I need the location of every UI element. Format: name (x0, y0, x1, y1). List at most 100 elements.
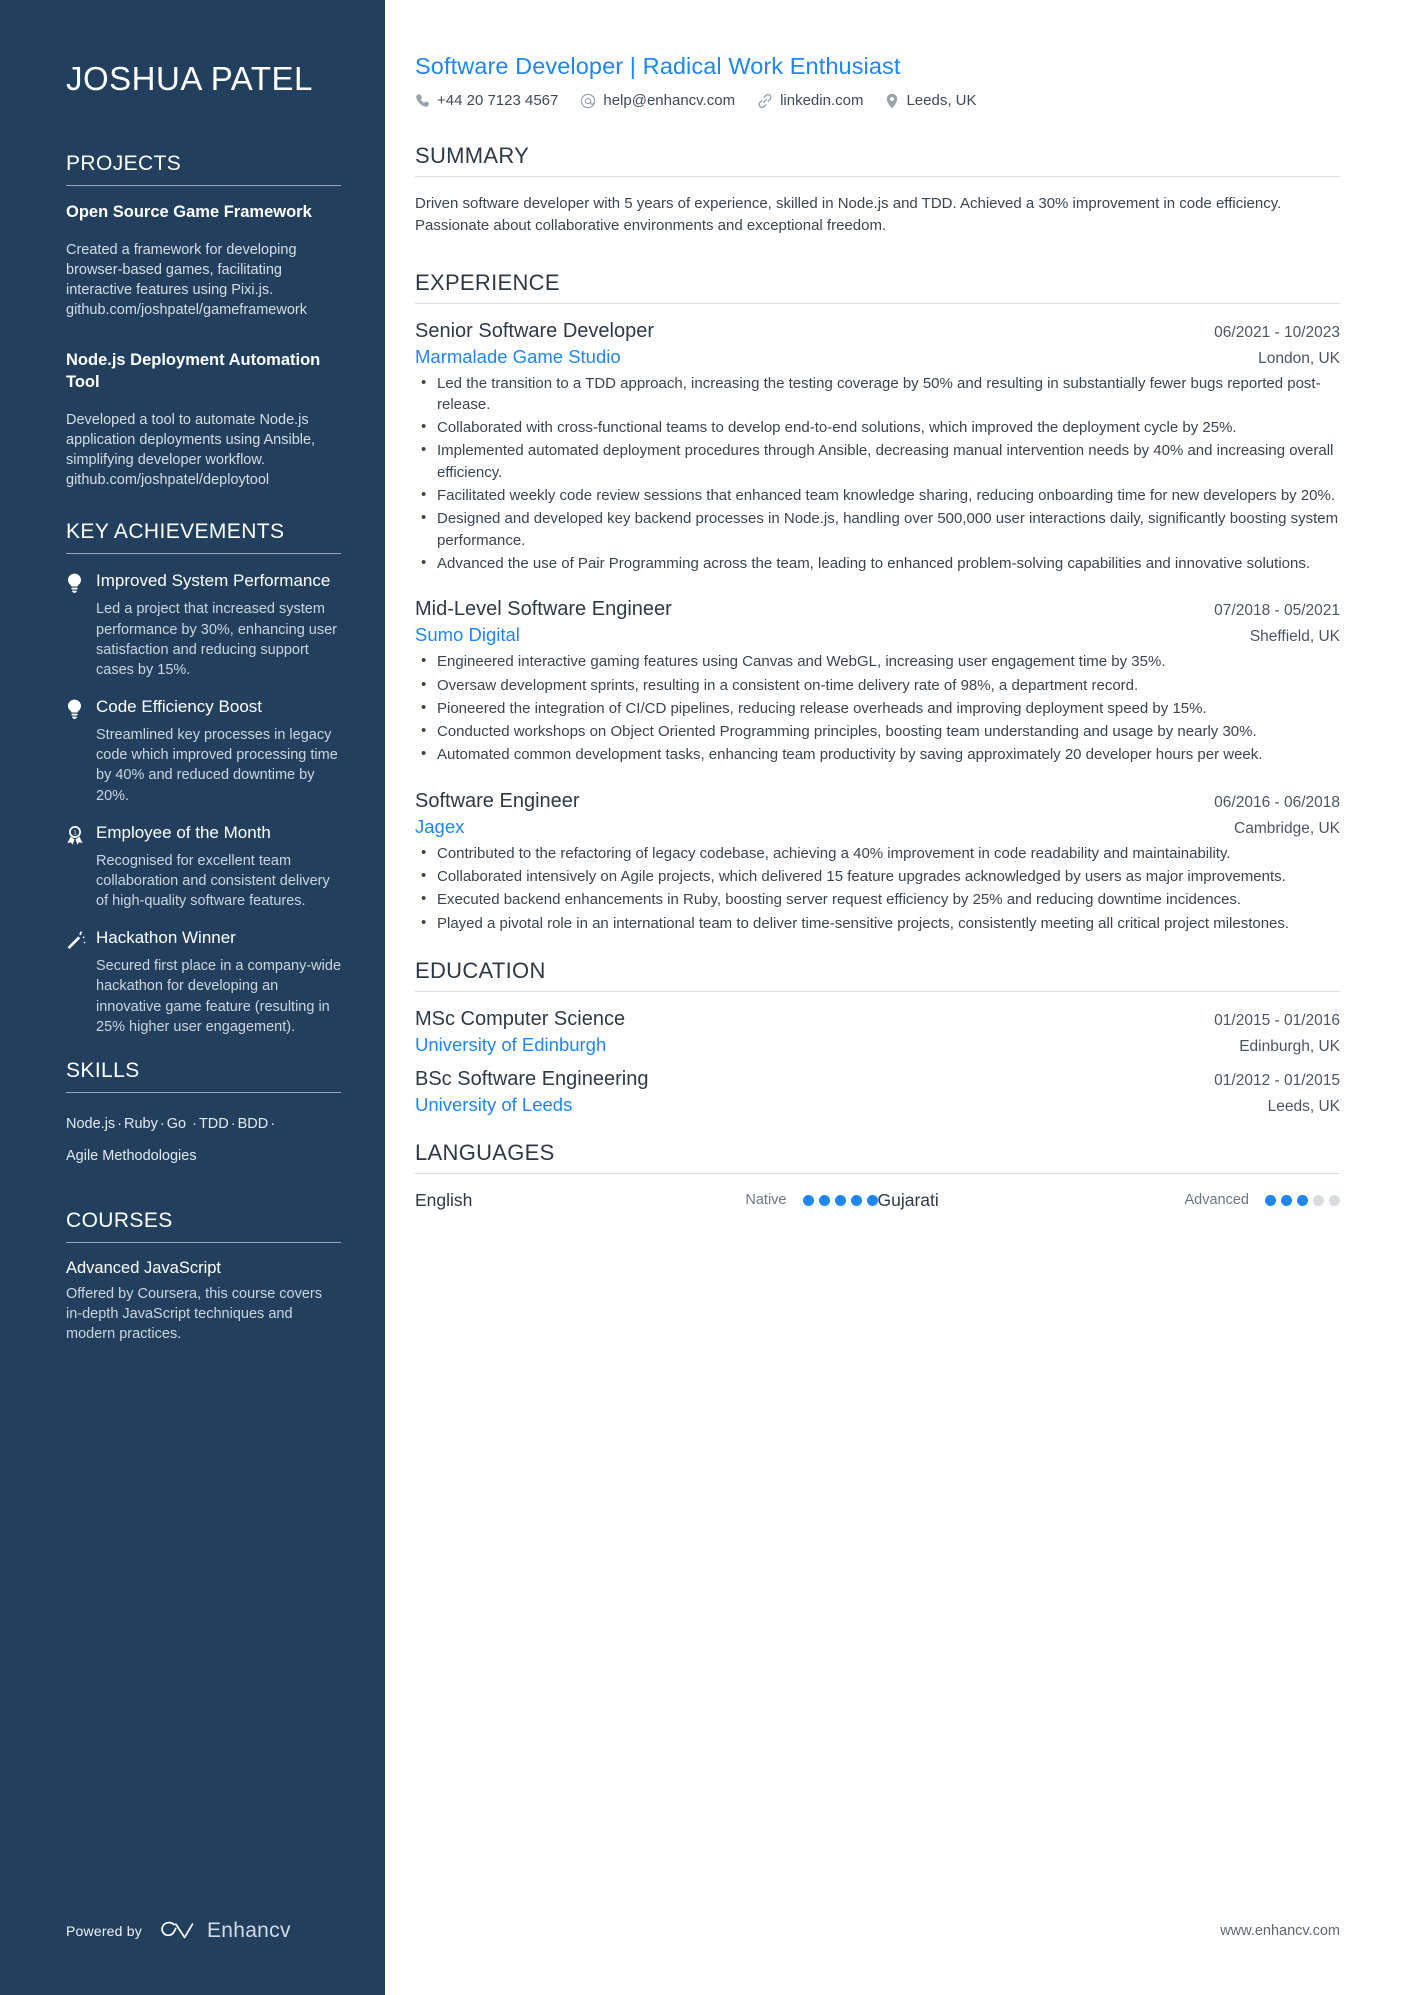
skill-separator: · (192, 1115, 197, 1132)
at-email-icon (580, 93, 596, 109)
award-ribbon-icon: 1 (66, 822, 96, 912)
job-bullet: Automated common development tasks, enha… (415, 743, 1340, 765)
achievement-description: Led a project that increased system perf… (96, 601, 338, 678)
contact-phone[interactable]: +44 20 7123 4567 (415, 92, 558, 109)
sidebar-section-projects: PROJECTS Open Source Game Framework Crea… (66, 152, 341, 490)
achievement-item: Hackathon Winner Secured first place in … (66, 927, 341, 1037)
experience-entry: Senior Software Developer 06/2021 - 10/2… (415, 320, 1340, 575)
skills-heading: SKILLS (66, 1058, 140, 1082)
skill-separator: · (159, 1115, 165, 1132)
job-bullet: Led the transition to a TDD approach, in… (415, 372, 1340, 416)
skill-item: TDD (198, 1115, 229, 1132)
language-item: Gujarati Advanced (878, 1190, 1340, 1211)
dot-filled (866, 1194, 878, 1206)
education-entry: BSc Software Engineering 01/2012 - 01/20… (415, 1068, 1340, 1116)
dot-filled (834, 1194, 846, 1206)
contact-email[interactable]: help@enhancv.com (580, 92, 735, 109)
magic-wand-icon (66, 927, 96, 1037)
location-pin-icon (885, 93, 899, 109)
contact-row: +44 20 7123 4567 help@enhancv.com linked… (415, 92, 1340, 109)
lightbulb-icon (66, 696, 96, 806)
project-description: Created a framework for developing brows… (66, 241, 307, 319)
job-bullet-list: Led the transition to a TDD approach, in… (415, 372, 1340, 575)
job-company[interactable]: Sumo Digital (415, 624, 520, 646)
divider (415, 176, 1340, 178)
divider (415, 990, 1340, 992)
divider (66, 553, 341, 555)
job-location: Sheffield, UK (1249, 628, 1340, 646)
enhancv-logo: Enhancv (154, 1919, 291, 1943)
divider (66, 184, 341, 186)
education-date: 01/2015 - 01/2016 (1214, 1011, 1340, 1029)
project-title: Node.js Deployment Automation Tool (66, 351, 321, 392)
language-level: Native (745, 1192, 787, 1209)
achievement-description: Secured first place in a company-wide ha… (96, 958, 342, 1035)
education-degree: BSc Software Engineering (415, 1067, 649, 1090)
main-content: Software Developer | Radical Work Enthus… (385, 0, 1410, 1995)
job-bullet: Designed and developed key backend proce… (415, 507, 1340, 551)
course-item: Advanced JavaScript Offered by Coursera,… (66, 1259, 341, 1344)
job-bullet: Contributed to the refactoring of legacy… (415, 842, 1340, 864)
job-date: 07/2018 - 05/2021 (1214, 602, 1340, 620)
job-bullet: Advanced the use of Pair Programming acr… (415, 552, 1340, 574)
language-name: English (415, 1189, 473, 1210)
achievement-title: Employee of the Month (96, 822, 271, 842)
contact-linkedin[interactable]: linkedin.com (757, 92, 863, 109)
job-bullet-list: Engineered interactive gaming features u… (415, 650, 1340, 765)
job-bullet: Oversaw development sprints, resulting i… (415, 674, 1340, 696)
divider (415, 302, 1340, 304)
powered-by-footer: Powered by Enhancv (66, 1919, 291, 1943)
achievement-item: Improved System Performance Led a projec… (66, 570, 341, 680)
experience-entry: Mid-Level Software Engineer 07/2018 - 05… (415, 598, 1340, 765)
achievement-title: Hackathon Winner (96, 928, 236, 948)
job-company[interactable]: Marmalade Game Studio (415, 346, 621, 368)
education-school[interactable]: University of Edinburgh (415, 1034, 606, 1056)
headline-title: Software Developer | Radical Work Enthus… (415, 53, 901, 79)
skill-separator: · (270, 1115, 276, 1132)
site-url: www.enhancv.com (1220, 1923, 1340, 1939)
dot-empty (1313, 1194, 1324, 1206)
project-item: Node.js Deployment Automation Tool Devel… (66, 350, 341, 490)
candidate-name: JOSHUA PATEL (66, 60, 313, 97)
sidebar-section-courses: COURSES Advanced JavaScript Offered by C… (66, 1209, 341, 1344)
job-bullet: Collaborated with cross-functional teams… (415, 416, 1340, 438)
experience-entry: Software Engineer 06/2016 - 06/2018 Jage… (415, 790, 1340, 934)
job-bullet: Pioneered the integration of CI/CD pipel… (415, 697, 1340, 719)
skill-item: BDD (237, 1115, 269, 1132)
language-row: English Native Gujarati Advanced (415, 1190, 1340, 1211)
divider (415, 1172, 1340, 1174)
job-bullet: Engineered interactive gaming features u… (415, 650, 1340, 672)
section-summary: SUMMARY Driven software developer with 5… (415, 143, 1340, 237)
sidebar-section-skills: SKILLS Node.js · Ruby · Go · TDD · BDD · Agile M… (66, 1059, 341, 1173)
achievement-item: Code Efficiency Boost Streamlined key pr… (66, 696, 341, 806)
skill-separator: · (117, 1115, 123, 1132)
education-degree: MSc Computer Science (415, 1007, 626, 1030)
education-heading: EDUCATION (415, 957, 546, 983)
education-location: Edinburgh, UK (1239, 1037, 1340, 1055)
course-title: Advanced JavaScript (66, 1258, 222, 1277)
job-company[interactable]: Jagex (415, 816, 464, 838)
experience-heading: EXPERIENCE (415, 269, 560, 295)
sidebar-section-key-achievements: KEY ACHIEVEMENTS Improved System Perform… (66, 520, 341, 1036)
dot-filled (850, 1194, 862, 1206)
summary-text: Driven software developer with 5 years o… (415, 195, 1282, 235)
education-school[interactable]: University of Leeds (415, 1094, 572, 1116)
job-bullet: Played a pivotal role in an internationa… (415, 912, 1340, 934)
skill-item: Ruby (124, 1115, 158, 1132)
section-experience: EXPERIENCE Senior Software Developer 06/… (415, 270, 1340, 934)
divider (66, 1241, 341, 1243)
enhancv-wordmark: Enhancv (206, 1919, 291, 1942)
job-bullet-list: Contributed to the refactoring of legacy… (415, 842, 1340, 934)
achievement-description: Streamlined key processes in legacy code… (96, 727, 338, 804)
project-title: Open Source Game Framework (66, 202, 312, 221)
education-date: 01/2012 - 01/2015 (1214, 1071, 1340, 1089)
project-item: Open Source Game Framework Created a fra… (66, 202, 341, 320)
achievement-description: Recognised for excellent team collaborat… (96, 852, 330, 910)
job-bullet: Executed backend enhancements in Ruby, b… (415, 888, 1340, 910)
dot-empty (1329, 1194, 1340, 1206)
sidebar: JOSHUA PATEL PROJECTS Open Source Game F… (0, 0, 385, 1995)
language-level: Advanced (1184, 1192, 1250, 1209)
section-languages: LANGUAGES English Native Gujarati Advanc… (415, 1140, 1340, 1211)
contact-location: Leeds, UK (885, 92, 977, 109)
dot-filled (1281, 1194, 1292, 1206)
